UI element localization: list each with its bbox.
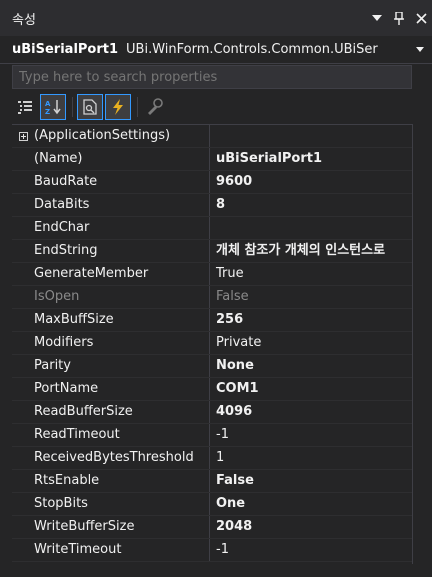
grid-border <box>412 124 413 564</box>
chevron-down-icon[interactable] <box>410 44 424 55</box>
property-row[interactable]: BaudRate 9600 <box>12 171 412 194</box>
row-gutter <box>12 171 34 193</box>
property-row[interactable]: GenerateMember True <box>12 263 412 286</box>
object-name: uBiSerialPort1 <box>12 42 119 57</box>
property-row[interactable]: Modifiers Private <box>12 332 412 355</box>
row-gutter <box>12 217 34 239</box>
property-row[interactable]: (Name) uBiSerialPort1 <box>12 148 412 171</box>
property-row[interactable]: MaxBuffSize 256 <box>12 309 412 332</box>
property-name: ReceivedBytesThreshold <box>34 447 210 469</box>
row-gutter <box>12 424 34 446</box>
row-gutter <box>12 355 34 377</box>
row-gutter <box>12 378 34 400</box>
row-gutter <box>12 332 34 354</box>
property-row[interactable]: Parity None <box>12 355 412 378</box>
property-value[interactable] <box>210 217 412 239</box>
property-row[interactable]: ReadBufferSize 4096 <box>12 401 412 424</box>
property-name: GenerateMember <box>34 263 210 285</box>
categorized-icon[interactable] <box>12 94 38 120</box>
panel-title: 속성 <box>12 12 36 28</box>
pin-icon[interactable] <box>388 7 410 29</box>
property-value[interactable]: 1 <box>210 447 412 469</box>
property-name: Modifiers <box>34 332 210 354</box>
property-value[interactable]: False <box>210 286 412 308</box>
property-row[interactable]: EndChar <box>12 217 412 240</box>
row-gutter <box>12 263 34 285</box>
property-name: MaxBuffSize <box>34 309 210 331</box>
property-toolbar: A Z <box>12 92 170 122</box>
chevron-down-icon[interactable] <box>366 7 388 29</box>
property-name: EndString <box>34 240 210 262</box>
toolbar-separator <box>137 97 138 117</box>
property-row[interactable]: IsOpen False <box>12 286 412 309</box>
property-name: Parity <box>34 355 210 377</box>
row-gutter <box>12 194 34 216</box>
row-gutter <box>12 286 34 308</box>
property-value[interactable]: uBiSerialPort1 <box>210 148 412 170</box>
property-value[interactable]: 8 <box>210 194 412 216</box>
property-name: (ApplicationSettings) <box>34 125 210 147</box>
property-value[interactable]: 256 <box>210 309 412 331</box>
property-grid: (ApplicationSettings) (Name) uBiSerialPort… <box>12 124 412 565</box>
property-value[interactable]: 2048 <box>210 516 412 538</box>
property-value[interactable]: Private <box>210 332 412 354</box>
close-icon[interactable] <box>410 7 432 29</box>
svg-text:Z: Z <box>45 108 50 116</box>
row-gutter <box>12 470 34 492</box>
property-row[interactable]: DataBits 8 <box>12 194 412 217</box>
property-value[interactable]: COM1 <box>210 378 412 400</box>
property-name: ReadBufferSize <box>34 401 210 423</box>
row-gutter <box>12 493 34 515</box>
alphabetical-icon[interactable]: A Z <box>40 94 66 120</box>
svg-text:A: A <box>45 100 51 108</box>
property-row[interactable]: WriteBufferSize 2048 <box>12 516 412 539</box>
property-name: ReadTimeout <box>34 424 210 446</box>
property-name: BaudRate <box>34 171 210 193</box>
row-gutter <box>12 539 34 561</box>
property-name: (Name) <box>34 148 210 170</box>
property-value[interactable]: True <box>210 263 412 285</box>
property-name: RtsEnable <box>34 470 210 492</box>
property-value[interactable] <box>210 125 412 147</box>
toolbar-separator <box>72 97 73 117</box>
properties-panel-header: 속성 <box>0 0 432 36</box>
row-gutter <box>12 240 34 262</box>
row-gutter <box>12 309 34 331</box>
row-gutter <box>12 148 34 170</box>
property-value[interactable]: False <box>210 470 412 492</box>
property-name: WriteTimeout <box>34 539 210 561</box>
property-value[interactable]: None <box>210 355 412 377</box>
property-row[interactable]: (ApplicationSettings) <box>12 125 412 148</box>
row-gutter <box>12 447 34 469</box>
property-row[interactable]: PortName COM1 <box>12 378 412 401</box>
property-row[interactable]: ReceivedBytesThreshold 1 <box>12 447 412 470</box>
property-name: PortName <box>34 378 210 400</box>
property-value[interactable]: 9600 <box>210 171 412 193</box>
property-name: IsOpen <box>34 286 210 308</box>
property-value[interactable]: One <box>210 493 412 515</box>
property-row[interactable]: RtsEnable False <box>12 470 412 493</box>
property-value[interactable]: 4096 <box>210 401 412 423</box>
property-row[interactable]: ReadTimeout -1 <box>12 424 412 447</box>
expand-icon[interactable] <box>18 131 28 141</box>
row-gutter <box>12 516 34 538</box>
properties-icon[interactable] <box>77 94 103 120</box>
property-pages-icon[interactable] <box>142 94 168 120</box>
row-gutter <box>12 125 34 147</box>
search-input[interactable] <box>12 65 412 89</box>
object-selector[interactable]: uBiSerialPort1 UBi.WinForm.Controls.Comm… <box>0 36 432 64</box>
row-gutter <box>12 401 34 423</box>
property-value[interactable]: 개체 참조가 개체의 인스턴스로 <box>210 240 412 262</box>
property-name: WriteBufferSize <box>34 516 210 538</box>
property-name: EndChar <box>34 217 210 239</box>
events-icon[interactable] <box>105 94 131 120</box>
property-value[interactable]: -1 <box>210 424 412 446</box>
property-name: DataBits <box>34 194 210 216</box>
object-type: UBi.WinForm.Controls.Common.UBiSer <box>126 42 378 57</box>
property-row[interactable]: StopBits One <box>12 493 412 516</box>
property-row[interactable]: WriteTimeout -1 <box>12 539 412 562</box>
property-value[interactable]: -1 <box>210 539 412 561</box>
property-row[interactable]: EndString 개체 참조가 개체의 인스턴스로 <box>12 240 412 263</box>
property-name: StopBits <box>34 493 210 515</box>
